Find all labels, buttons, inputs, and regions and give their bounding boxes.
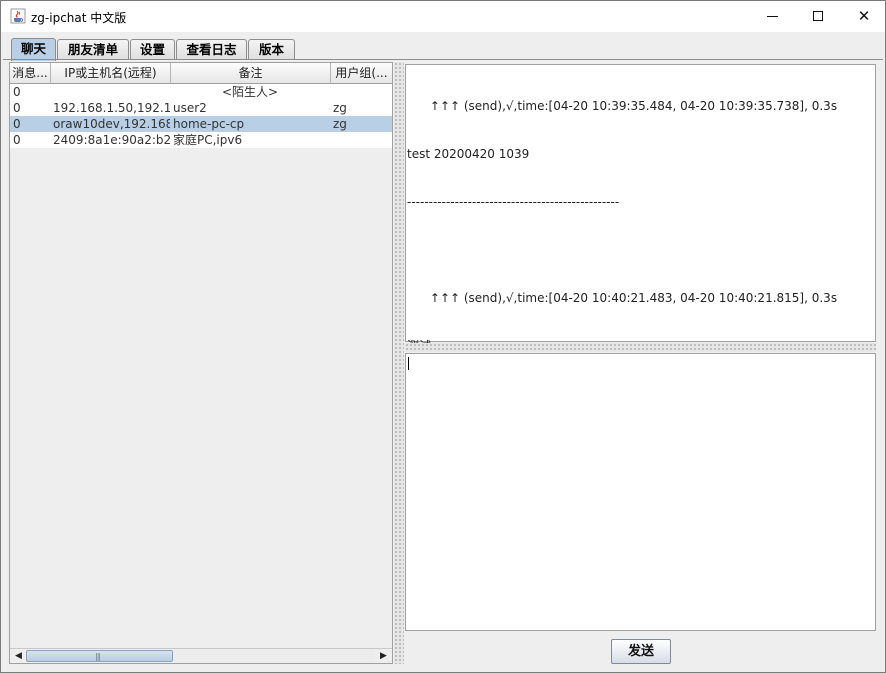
table-body: 0 <陌生人> 0 192.168.1.50,192.1... user2 zg… xyxy=(10,84,392,148)
app-window: zg-ipchat 中文版 ✕ 聊天 朋友清单 设置 查看日志 版本 消息...… xyxy=(0,0,886,673)
tab-settings[interactable]: 设置 xyxy=(130,39,175,60)
maximize-button[interactable] xyxy=(795,1,841,32)
message-input[interactable] xyxy=(405,353,876,631)
message-line: ↑↑↑ (send),√,time:[04-20 10:40:21.483, 0… xyxy=(407,291,838,305)
cell-count: 0 xyxy=(13,85,21,99)
minimize-icon xyxy=(767,16,778,17)
horizontal-split-divider[interactable] xyxy=(405,343,876,352)
column-header-host[interactable]: IP或主机名(远程) xyxy=(51,63,171,83)
send-button[interactable]: 发送 xyxy=(611,639,671,664)
window-title: zg-ipchat 中文版 xyxy=(31,11,127,25)
table-header: 消息... IP或主机名(远程) 备注 用户组(... xyxy=(10,63,392,84)
message-history[interactable]: ↑↑↑ (send),√,time:[04-20 10:39:35.484, 0… xyxy=(405,64,876,401)
cell-host: oraw10dev,192.168... xyxy=(53,117,170,131)
tab-divider xyxy=(3,59,883,60)
table-row[interactable]: 0 <陌生人> xyxy=(10,84,392,100)
grip-icon: ||| xyxy=(95,652,101,661)
cell-group: zg xyxy=(333,101,347,115)
cell-count: 0 xyxy=(13,117,21,131)
cell-group xyxy=(333,84,391,100)
tab-view-log[interactable]: 查看日志 xyxy=(176,39,247,60)
tab-bar: 聊天 朋友清单 设置 查看日志 版本 xyxy=(1,32,885,61)
cell-count: 0 xyxy=(13,101,21,115)
cell-group xyxy=(333,132,391,148)
vertical-split-divider[interactable] xyxy=(394,62,404,664)
message-line: test 20200420 1039 xyxy=(407,147,530,161)
cell-host xyxy=(53,84,170,100)
table-row[interactable]: 0 192.168.1.50,192.1... user2 zg xyxy=(10,100,392,116)
cell-group: zg xyxy=(333,117,347,131)
cell-host: 2409:8a1e:90a2:b2... xyxy=(53,133,170,147)
column-header-note[interactable]: 备注 xyxy=(171,63,331,83)
cell-count: 0 xyxy=(13,133,21,147)
cell-note: 家庭PC,ipv6 xyxy=(173,133,243,147)
minimize-button[interactable] xyxy=(749,1,795,32)
tab-friend-list[interactable]: 朋友清单 xyxy=(57,39,129,60)
cell-note: user2 xyxy=(173,101,207,115)
close-button[interactable]: ✕ xyxy=(841,1,886,32)
horizontal-scrollbar[interactable]: ◀ ||| ▶ xyxy=(10,648,392,663)
contacts-table-panel: 消息... IP或主机名(远程) 备注 用户组(... 0 <陌生人> 0 19… xyxy=(9,62,393,664)
table-row[interactable]: 0 2409:8a1e:90a2:b2... 家庭PC,ipv6 xyxy=(10,132,392,148)
message-line xyxy=(407,242,873,258)
scroll-left-icon[interactable]: ◀ xyxy=(11,649,26,663)
cell-host: 192.168.1.50,192.1... xyxy=(53,101,170,115)
maximize-icon xyxy=(813,11,823,21)
column-header-group[interactable]: 用户组(... xyxy=(331,63,392,83)
column-header-messages[interactable]: 消息... xyxy=(10,63,51,83)
title-bar: zg-ipchat 中文版 ✕ xyxy=(1,1,885,32)
tab-version[interactable]: 版本 xyxy=(248,39,295,60)
message-separator: ----------------------------------------… xyxy=(407,195,620,209)
table-row-selected[interactable]: 0 oraw10dev,192.168... home-pc-cp zg xyxy=(10,116,392,132)
scrollbar-thumb[interactable]: ||| xyxy=(26,650,173,662)
text-caret xyxy=(408,357,409,370)
cell-note: <陌生人> xyxy=(221,85,279,99)
java-cup-icon xyxy=(10,8,26,24)
tab-chat[interactable]: 聊天 xyxy=(11,38,56,61)
message-line: ↑↑↑ (send),√,time:[04-20 10:39:35.484, 0… xyxy=(407,99,838,113)
cell-note: home-pc-cp xyxy=(173,117,245,131)
scroll-right-icon[interactable]: ▶ xyxy=(376,649,391,663)
close-icon: ✕ xyxy=(857,7,871,25)
